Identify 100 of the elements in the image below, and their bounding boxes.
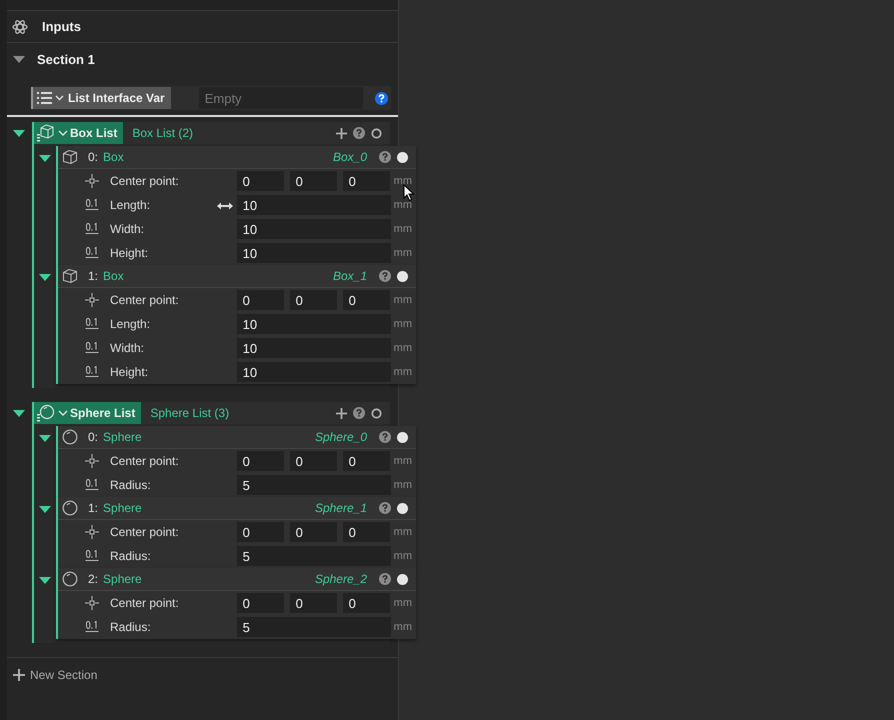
unit-label: mm xyxy=(394,597,412,609)
expand-triangle-icon[interactable] xyxy=(39,574,51,586)
unit-label: mm xyxy=(394,342,412,354)
coordinate-field[interactable]: 0 xyxy=(342,171,390,191)
unit-label: mm xyxy=(394,223,412,235)
number-icon xyxy=(85,246,99,260)
coordinate-field[interactable]: 0 xyxy=(342,522,390,542)
add-icon xyxy=(13,669,25,681)
expand-triangle-icon[interactable] xyxy=(13,53,25,65)
number-icon xyxy=(85,222,99,236)
pointer-cursor-icon xyxy=(403,184,415,202)
list-type-button[interactable]: Sphere List xyxy=(32,402,142,424)
expand-triangle-icon[interactable] xyxy=(39,271,51,283)
coordinate-field[interactable]: 0 xyxy=(236,593,284,613)
value-field[interactable]: 10 xyxy=(236,195,391,215)
param-label: Height: xyxy=(110,246,148,260)
dot-icon[interactable] xyxy=(397,502,408,514)
item-index: 1: xyxy=(88,269,98,283)
sphere-stack-icon xyxy=(36,404,56,422)
item-index: 1: xyxy=(88,501,98,515)
unit-label: mm xyxy=(394,175,412,187)
list-name: Box List (2) xyxy=(132,126,194,140)
list-type-button[interactable]: Box List xyxy=(32,122,124,144)
coordinate-field[interactable]: 0 xyxy=(290,522,337,542)
dot-icon[interactable] xyxy=(397,432,408,442)
expand-triangle-icon[interactable] xyxy=(13,407,25,419)
point-icon xyxy=(85,174,99,188)
coordinate-field[interactable]: 0 xyxy=(236,290,284,310)
ring-icon[interactable] xyxy=(371,128,382,138)
coordinate-field[interactable]: 0 xyxy=(342,290,390,310)
ring-icon[interactable] xyxy=(371,408,382,418)
param-label: Center point: xyxy=(110,293,179,307)
dot-icon[interactable] xyxy=(397,574,408,584)
add-icon[interactable] xyxy=(336,408,347,418)
number-icon xyxy=(85,365,99,379)
resize-cursor-icon xyxy=(217,202,233,210)
param-label: Radius: xyxy=(110,478,151,492)
chevron-down-icon xyxy=(58,129,68,137)
help-icon[interactable] xyxy=(374,92,388,104)
unit-label: mm xyxy=(394,550,412,562)
add-icon[interactable] xyxy=(336,128,347,138)
number-icon xyxy=(85,478,99,492)
param-label: Center point: xyxy=(110,596,179,610)
param-label: Length: xyxy=(110,198,150,212)
item-index: 0: xyxy=(88,150,98,164)
number-icon xyxy=(85,549,99,563)
param-label: Center point: xyxy=(110,174,179,188)
param-label: Width: xyxy=(110,341,144,355)
unit-label: mm xyxy=(394,526,412,538)
point-icon xyxy=(85,596,99,610)
param-label: Radius: xyxy=(110,549,151,563)
point-icon xyxy=(85,525,99,539)
interface-var-button[interactable]: List Interface Var xyxy=(31,87,171,109)
value-field[interactable]: 5 xyxy=(236,617,391,637)
item-type: Sphere xyxy=(103,501,142,515)
item-index: 0: xyxy=(88,430,98,444)
item-index: 2: xyxy=(88,572,98,586)
param-label: Length: xyxy=(110,317,150,331)
number-icon xyxy=(85,341,99,355)
unit-label: mm xyxy=(394,247,412,259)
coordinate-field[interactable]: 0 xyxy=(290,290,337,310)
value-field[interactable]: 10 xyxy=(236,219,391,239)
expand-triangle-icon[interactable] xyxy=(39,503,51,515)
coordinate-field[interactable]: 0 xyxy=(342,593,390,613)
expand-triangle-icon[interactable] xyxy=(13,127,25,139)
dot-icon[interactable] xyxy=(397,152,408,162)
value-field[interactable]: Empty xyxy=(198,87,363,109)
unit-label: mm xyxy=(394,621,412,633)
cube-icon xyxy=(62,149,78,165)
item-type: Box xyxy=(103,150,124,164)
item-type: Sphere xyxy=(103,430,142,444)
param-label: Center point: xyxy=(110,454,179,468)
unit-label: mm xyxy=(394,455,412,467)
dot-icon[interactable] xyxy=(397,270,408,282)
item-name: Sphere_2 xyxy=(314,572,367,586)
new-section-button[interactable]: New Section xyxy=(7,658,104,692)
coordinate-field[interactable]: 0 xyxy=(290,171,337,191)
section-title: Section 1 xyxy=(37,52,95,66)
coordinate-field[interactable]: 0 xyxy=(236,171,284,191)
coordinate-field[interactable]: 0 xyxy=(342,451,390,471)
chevron-down-icon xyxy=(58,409,68,417)
expand-triangle-icon[interactable] xyxy=(39,432,51,444)
coordinate-field[interactable]: 0 xyxy=(290,593,337,613)
unit-label: mm xyxy=(394,318,412,330)
value-field[interactable]: 10 xyxy=(236,362,391,382)
item-name: Sphere_1 xyxy=(314,501,367,515)
item-name: Box_1 xyxy=(332,269,367,283)
number-icon xyxy=(85,317,99,331)
value-field[interactable]: 10 xyxy=(236,338,391,358)
cube-stack-icon xyxy=(36,124,56,142)
coordinate-field[interactable]: 0 xyxy=(236,451,284,471)
coordinate-field[interactable]: 0 xyxy=(236,522,284,542)
value-field[interactable]: 5 xyxy=(236,546,391,566)
expand-triangle-icon[interactable] xyxy=(39,152,51,164)
coordinate-field[interactable]: 0 xyxy=(290,451,337,471)
value-field[interactable]: 10 xyxy=(236,314,391,334)
sphere-icon xyxy=(62,571,78,587)
param-label: Height: xyxy=(110,365,148,379)
value-field[interactable]: 5 xyxy=(236,475,391,495)
value-field[interactable]: 10 xyxy=(236,243,391,263)
